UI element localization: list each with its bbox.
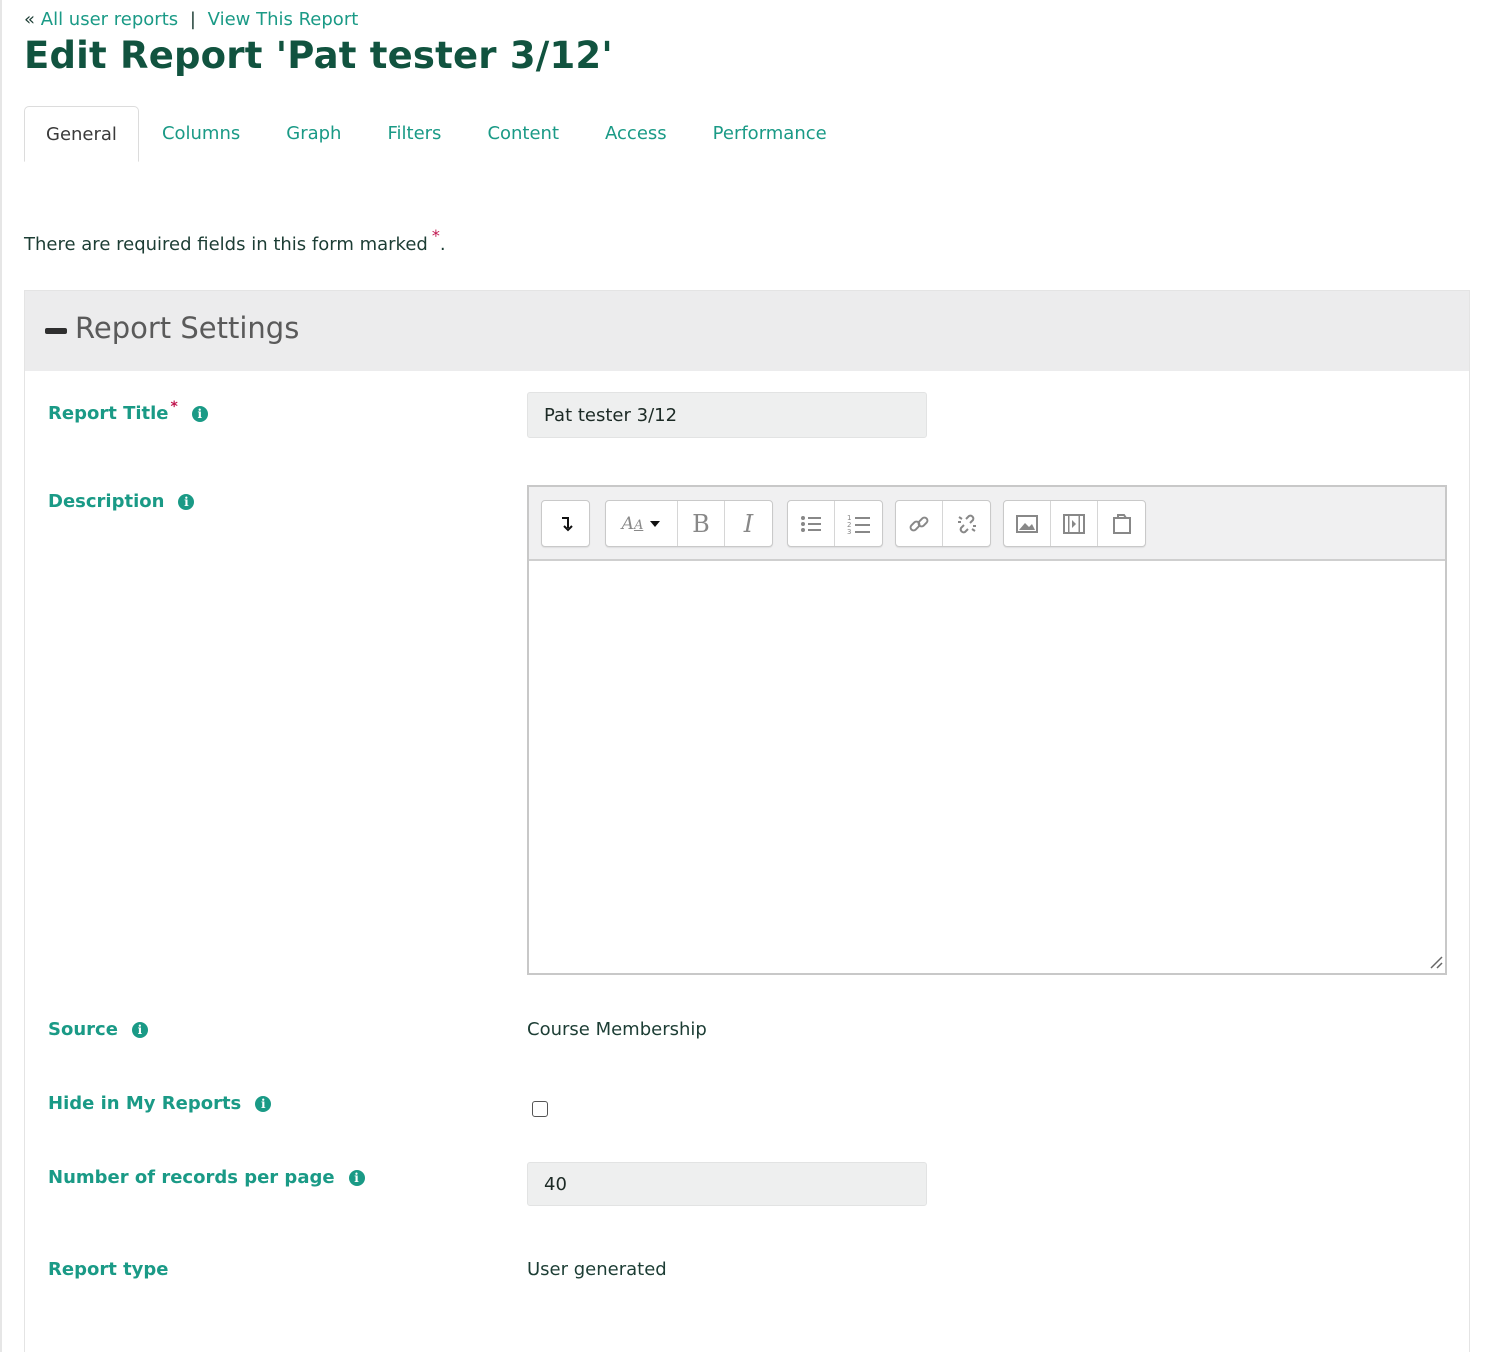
- required-star: *: [170, 399, 178, 415]
- source-label: Source i: [48, 1019, 148, 1040]
- records-label-text: Number of records per page: [48, 1167, 335, 1188]
- info-icon[interactable]: i: [191, 406, 208, 422]
- breadcrumb: « All user reports | View This Report: [24, 8, 358, 32]
- records-per-page-label: Number of records per page i: [48, 1167, 365, 1188]
- hide-in-my-reports-checkbox[interactable]: [532, 1101, 548, 1117]
- tab-performance[interactable]: Performance: [690, 106, 850, 162]
- required-note-text: There are required fields in this form m…: [24, 234, 428, 255]
- description-label: Description i: [48, 491, 195, 512]
- image-icon[interactable]: [1004, 501, 1051, 546]
- toolbar-group-links: [895, 500, 991, 547]
- view-this-report-link[interactable]: View This Report: [208, 9, 359, 30]
- manage-files-icon[interactable]: [1098, 501, 1145, 546]
- resize-grip-icon[interactable]: [1427, 953, 1443, 969]
- records-per-page-input[interactable]: [527, 1162, 927, 1206]
- editor-toolbar: AA B I 123: [529, 487, 1445, 561]
- italic-icon[interactable]: I: [725, 501, 772, 546]
- toggle-toolbar-icon[interactable]: [542, 501, 589, 546]
- bullet-list-icon[interactable]: [788, 501, 835, 546]
- info-icon[interactable]: i: [178, 494, 195, 510]
- info-icon[interactable]: i: [255, 1096, 272, 1112]
- tab-filters[interactable]: Filters: [364, 106, 464, 162]
- toolbar-group-lists: 123: [787, 500, 883, 547]
- collapse-minus-icon[interactable]: [45, 328, 67, 334]
- section-title: Report Settings: [75, 311, 300, 345]
- info-icon[interactable]: i: [348, 1170, 365, 1186]
- unlink-icon[interactable]: [943, 501, 990, 546]
- tab-graph[interactable]: Graph: [263, 106, 364, 162]
- tab-bar: General Columns Graph Filters Content Ac…: [24, 106, 850, 162]
- toolbar-group-text: AA B I: [605, 500, 773, 547]
- required-note-period: .: [439, 234, 446, 255]
- report-title-input[interactable]: [527, 392, 927, 438]
- media-icon[interactable]: [1051, 501, 1098, 546]
- toolbar-group-toggle: [541, 500, 590, 547]
- tab-access[interactable]: Access: [582, 106, 690, 162]
- font-style-icon[interactable]: AA: [606, 501, 678, 546]
- tab-columns[interactable]: Columns: [139, 106, 263, 162]
- description-label-text: Description: [48, 491, 165, 512]
- toolbar-group-media: [1003, 500, 1146, 547]
- report-title-label-text: Report Title: [48, 403, 169, 424]
- report-title-label: Report Title * i: [48, 399, 208, 424]
- info-icon[interactable]: i: [131, 1022, 148, 1038]
- hide-label-text: Hide in My Reports: [48, 1093, 242, 1114]
- tab-general[interactable]: General: [24, 106, 139, 162]
- required-star: *: [431, 226, 440, 245]
- bold-icon[interactable]: B: [678, 501, 725, 546]
- link-icon[interactable]: [896, 501, 943, 546]
- page-title: Edit Report 'Pat tester 3/12': [24, 34, 613, 77]
- required-fields-note: There are required fields in this form m…: [24, 226, 446, 255]
- source-label-text: Source: [48, 1019, 118, 1040]
- page-left-border: [0, 0, 2, 1352]
- description-textarea[interactable]: [529, 561, 1445, 971]
- report-type-label: Report type: [48, 1259, 169, 1280]
- numbered-list-icon[interactable]: 123: [835, 501, 882, 546]
- breadcrumb-separator: |: [189, 9, 196, 30]
- breadcrumb-prefix: «: [24, 9, 36, 30]
- tab-content[interactable]: Content: [464, 106, 582, 162]
- report-type-value: User generated: [527, 1259, 667, 1280]
- description-editor: AA B I 123: [527, 485, 1447, 975]
- report-settings-header[interactable]: Report Settings: [25, 291, 1469, 371]
- source-value: Course Membership: [527, 1019, 707, 1040]
- all-user-reports-link[interactable]: All user reports: [41, 9, 178, 30]
- svg-text:3: 3: [847, 528, 851, 535]
- hide-in-my-reports-label: Hide in My Reports i: [48, 1093, 272, 1114]
- report-settings-panel: Report Settings Report Title* i Descripti…: [24, 290, 1470, 1352]
